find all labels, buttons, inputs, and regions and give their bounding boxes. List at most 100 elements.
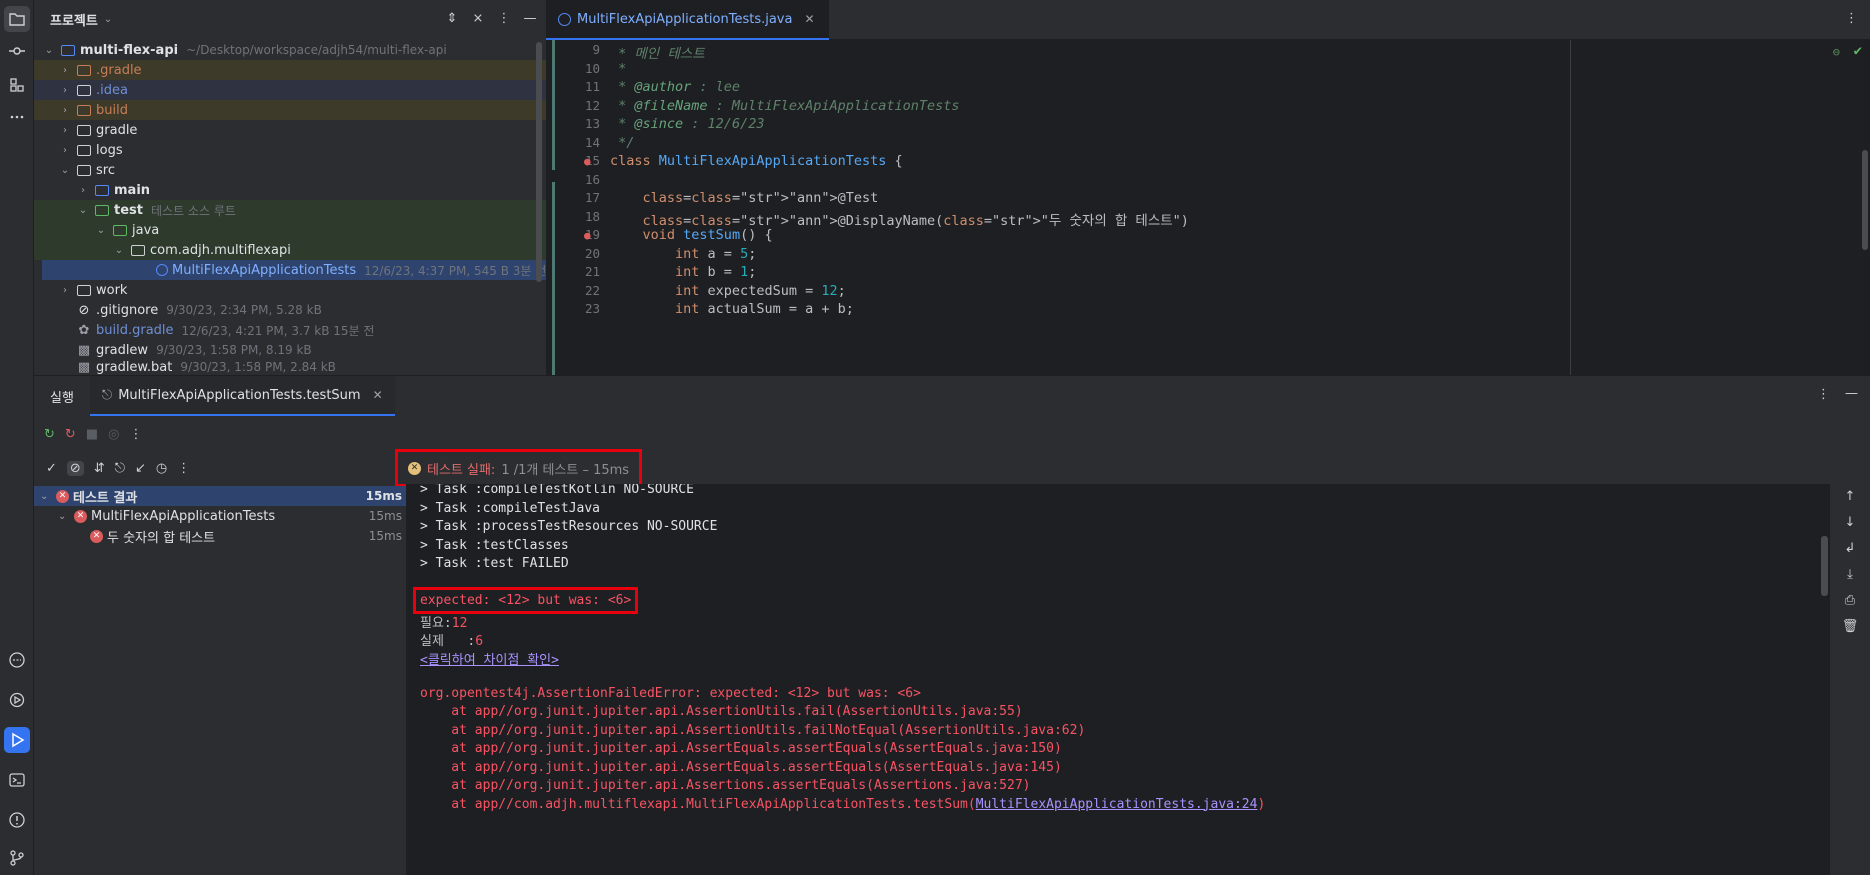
history-icon[interactable]: ◷ — [156, 461, 167, 476]
project-folder-icon[interactable] — [4, 6, 30, 32]
rerun-failed-icon[interactable]: ↻ — [65, 427, 76, 442]
tree-item-gitignore[interactable]: ⊘ .gitignore 9/30/23, 2:34 PM, 5.28 kB — [34, 300, 546, 320]
chevron-down-icon[interactable]: ⌄ — [42, 45, 56, 56]
folder-icon — [76, 83, 92, 97]
tree-item-build-gradle[interactable]: ✿ build.gradle 12/6/23, 4:21 PM, 3.7 kB … — [34, 320, 546, 340]
commit-icon[interactable] — [4, 38, 30, 64]
tree-item-src[interactable]: ⌄ src — [34, 160, 546, 180]
code-editor[interactable]: 9 10 11 12 13 14 15 ● 16 17 18 19 ● 20 21 22 23 * 메인 테스트… — [546, 40, 1870, 375]
chevron-down-icon[interactable]: ⌄ — [76, 205, 90, 216]
tree-item-build[interactable]: › build — [34, 100, 546, 120]
hide-icon[interactable]: — — [1845, 386, 1858, 401]
test-result-root[interactable]: ⌄ ✕ 테스트 결과 15ms — [34, 486, 406, 506]
more-icon[interactable]: ⋮ — [129, 427, 142, 442]
chevron-right-icon[interactable]: › — [76, 185, 90, 196]
services-icon[interactable] — [4, 647, 30, 673]
trash-icon[interactable]: 🗑 — [1830, 614, 1870, 640]
toggle-auto-test-icon[interactable]: ◎ — [108, 427, 119, 442]
chevron-down-icon[interactable]: ⌄ — [58, 511, 70, 522]
console-scrollbar[interactable] — [1821, 536, 1828, 596]
stacktrace-link[interactable]: MultiFlexApiApplicationTests.java:24 — [976, 797, 1258, 812]
tree-item-main[interactable]: › main — [34, 180, 546, 200]
inspection-ok-icon[interactable]: ⊖ — [1833, 45, 1840, 59]
chevron-down-icon[interactable]: ⌄ — [104, 14, 112, 25]
show-ignored-icon[interactable]: ⊘ — [66, 460, 84, 476]
tree-item-work[interactable]: › work — [34, 280, 546, 300]
collapse-all-icon[interactable]: ⨯ — [470, 10, 486, 26]
git-icon[interactable] — [4, 845, 30, 871]
chevron-down-icon[interactable]: ⌄ — [94, 225, 108, 236]
collapse-icon[interactable]: ↙ — [135, 461, 146, 476]
tree-item-test-class[interactable]: MultiFlexApiApplicationTests 12/6/23, 4:… — [42, 260, 546, 280]
tree-item-gradlew[interactable]: ▩ gradlew 9/30/23, 1:58 PM, 8.19 kB — [34, 340, 546, 360]
options-icon[interactable]: ⋮ — [1817, 387, 1830, 402]
chevron-right-icon[interactable]: › — [58, 125, 72, 136]
chevron-down-icon[interactable]: ⌄ — [40, 491, 52, 502]
run-tab[interactable]: ⎋ MultiFlexApiApplicationTests.testSum ✕ — [89, 376, 395, 416]
import-tests-icon[interactable]: ⎋ — [115, 461, 125, 476]
code-line: int actualSum = a + b; — [675, 301, 854, 317]
chevron-down-icon[interactable]: ⌄ — [112, 245, 126, 256]
close-icon[interactable]: ✕ — [804, 12, 814, 26]
soft-wrap-icon[interactable]: ↲ — [1830, 536, 1870, 562]
line-number: 13 — [584, 116, 600, 131]
chevron-right-icon[interactable]: › — [58, 105, 72, 116]
test-fail-gutter-icon[interactable]: ● — [584, 155, 591, 168]
show-difference-link[interactable]: <클릭하여 차이점 확인> — [420, 649, 559, 668]
structure-icon[interactable] — [4, 72, 30, 98]
chevron-right-icon[interactable]: › — [58, 285, 72, 296]
tree-item-hint: 12/6/23, 4:37 PM, 545 B 3분 전 — [364, 263, 547, 278]
hide-icon[interactable]: — — [522, 10, 538, 26]
expand-all-icon[interactable]: ⇕ — [444, 10, 460, 26]
source-folder-icon — [94, 183, 110, 197]
assertion-message: expected: <12> but was: <6> — [412, 587, 639, 614]
stop-icon[interactable]: ■ — [86, 427, 98, 442]
chevron-right-icon[interactable]: › — [58, 65, 72, 76]
project-header-actions: ⇕ ⨯ ⋮ — — [444, 10, 538, 26]
tree-item-gradle[interactable]: › gradle — [34, 120, 546, 140]
code-line: */ — [610, 134, 635, 151]
close-icon[interactable]: ✕ — [373, 388, 383, 402]
test-result-method[interactable]: ✕ 두 숫자의 합 테스트 15ms — [34, 526, 406, 546]
tree-item-logs[interactable]: › logs — [34, 140, 546, 160]
down-arrow-icon[interactable]: ↓ — [1830, 510, 1870, 536]
tree-item-java[interactable]: ⌄ java — [34, 220, 546, 240]
show-passed-icon[interactable]: ✓ — [46, 461, 57, 476]
line-number: 17 — [584, 190, 600, 205]
test-fail-gutter-icon[interactable]: ● — [584, 229, 591, 242]
console-line: > Task :test FAILED — [420, 556, 569, 571]
problems-icon[interactable] — [4, 807, 30, 833]
debug-icon[interactable] — [4, 687, 30, 713]
tree-item-package[interactable]: ⌄ com.adjh.multiflexapi — [34, 240, 546, 260]
print-icon[interactable]: ⎙ — [1830, 588, 1870, 614]
up-arrow-icon[interactable]: ↑ — [1830, 484, 1870, 510]
tree-item-gradle-cache[interactable]: › .gradle — [34, 60, 546, 80]
code-line: * 메인 테스트 — [610, 46, 705, 62]
options-icon[interactable]: ⋮ — [496, 10, 512, 26]
console-output[interactable]: > Task :compileTestKotlin NO-SOURCE > Tas… — [406, 484, 1830, 875]
sort-icon[interactable]: ⇵ — [94, 461, 105, 476]
chevron-right-icon[interactable]: › — [58, 85, 72, 96]
test-status: ✕ 테스트 실패: 1 /1개 테스트 – 15ms — [394, 449, 643, 487]
chevron-right-icon[interactable]: › — [58, 145, 72, 156]
chevron-down-icon[interactable]: ⌄ — [58, 165, 72, 176]
run-icon[interactable] — [4, 727, 30, 753]
tree-item-root[interactable]: ⌄ multi-flex-api ~/Desktop/workspace/adj… — [34, 40, 546, 60]
test-result-class[interactable]: ⌄ ✕ MultiFlexApiApplicationTests 15ms — [34, 506, 406, 526]
scroll-to-end-icon[interactable]: ⤓ — [1830, 562, 1870, 588]
check-icon[interactable]: ✔ — [1854, 43, 1862, 59]
project-scrollbar[interactable] — [536, 42, 542, 282]
more-icon[interactable]: ⋮ — [177, 461, 190, 476]
rerun-icon[interactable]: ↻ — [44, 427, 55, 442]
tree-item-label: com.adjh.multiflexapi — [150, 242, 291, 258]
project-title[interactable]: 프로젝트 — [50, 10, 98, 29]
terminal-icon[interactable] — [4, 767, 30, 793]
tree-item-test[interactable]: ⌄ test 테스트 소스 루트 — [34, 200, 546, 220]
tree-item-label: multi-flex-api — [80, 42, 179, 58]
editor-tab[interactable]: MultiFlexApiApplicationTests.java ✕ — [546, 0, 829, 40]
more-tools-icon[interactable] — [4, 104, 30, 130]
tree-item-gradlew-bat[interactable]: ▩ gradlew.bat 9/30/23, 1:58 PM, 2.84 kB — [34, 360, 546, 374]
tree-item-idea[interactable]: › .idea — [34, 80, 546, 100]
tab-options-icon[interactable]: ⋮ — [1845, 11, 1858, 26]
editor-scrollbar[interactable] — [1862, 150, 1868, 250]
